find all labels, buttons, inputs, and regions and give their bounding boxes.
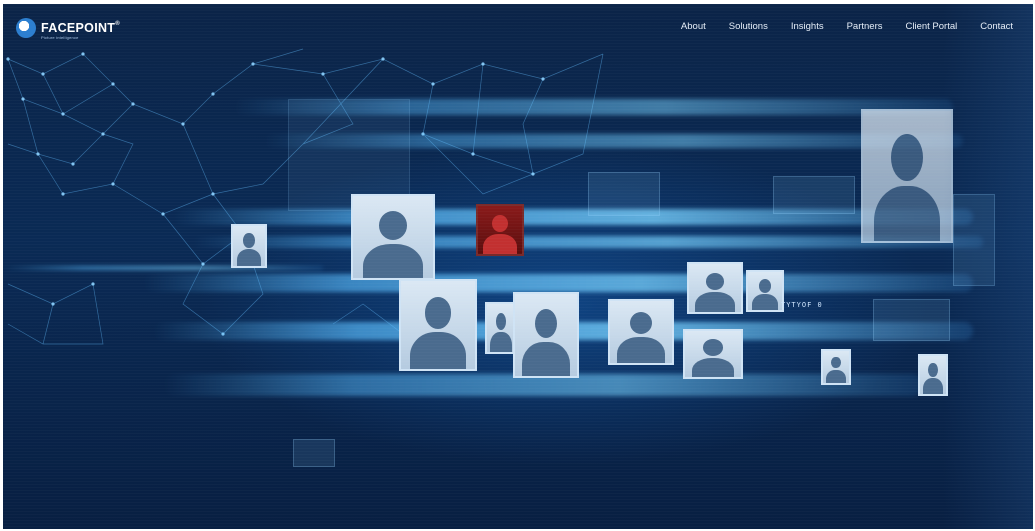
nav-insights[interactable]: Insights <box>791 21 824 32</box>
nav-about[interactable]: About <box>681 21 706 32</box>
nav-solutions[interactable]: Solutions <box>729 21 768 32</box>
main-nav: About Solutions Insights Partners Client… <box>658 21 1013 32</box>
edge-glow <box>943 4 1033 529</box>
nav-client-portal[interactable]: Client Portal <box>906 21 958 32</box>
face-thumbnail <box>746 270 784 312</box>
hero-section: TYTYOF 0 FACEPOINT® Picture intelligence… <box>3 4 1033 529</box>
face-thumbnail <box>231 224 267 268</box>
facepoint-logo-icon <box>16 18 36 38</box>
face-thumbnail <box>683 329 743 379</box>
brand-name: FACEPOINT® Picture intelligence <box>41 21 120 40</box>
screen-panel <box>873 299 950 341</box>
face-thumbnail <box>687 262 743 314</box>
screen-panel <box>293 439 335 467</box>
flagged-face-thumbnail <box>476 204 524 256</box>
face-thumbnail <box>821 349 851 385</box>
site-header: FACEPOINT® Picture intelligence About So… <box>3 4 1033 50</box>
screen-code-text: TYTYOF 0 <box>781 301 823 309</box>
nav-contact[interactable]: Contact <box>980 21 1013 32</box>
brand-tagline: Picture intelligence <box>41 35 79 40</box>
light-streaks <box>3 4 1033 529</box>
screen-panel <box>588 172 660 216</box>
screen-panel <box>773 176 855 214</box>
brand-name-text: FACEPOINT <box>41 21 116 35</box>
face-thumbnail <box>351 194 435 280</box>
face-thumbnail <box>608 299 674 365</box>
brand-logo[interactable]: FACEPOINT® Picture intelligence <box>16 17 120 40</box>
face-thumbnail <box>399 279 477 371</box>
trademark-symbol: ® <box>115 21 120 27</box>
face-thumbnail <box>513 292 579 378</box>
nav-partners[interactable]: Partners <box>847 21 883 32</box>
face-thumbnail <box>861 109 953 243</box>
